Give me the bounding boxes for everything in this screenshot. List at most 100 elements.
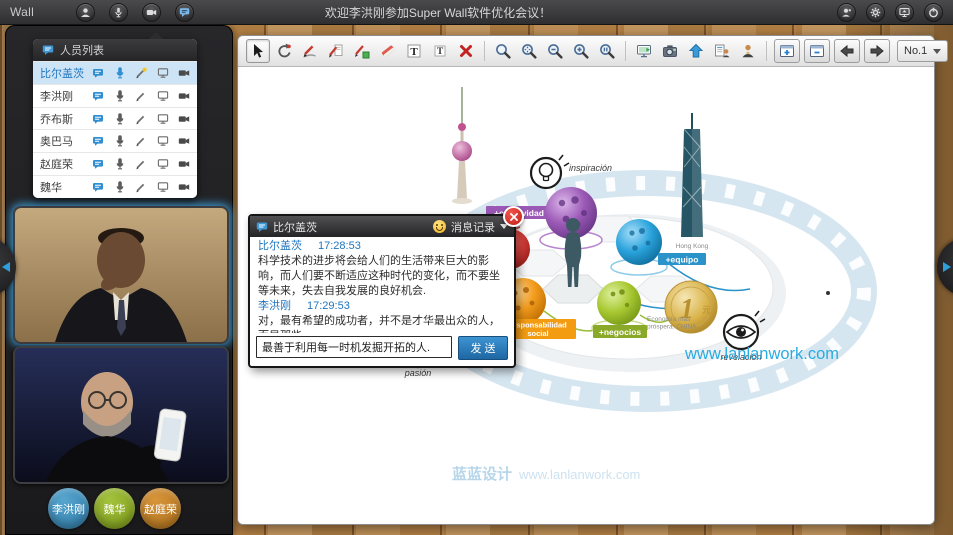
camera-icon[interactable] (178, 135, 190, 147)
chat-icon[interactable] (92, 67, 104, 79)
topbar-right-buttons (837, 3, 943, 22)
pen-freehand-tool[interactable] (298, 39, 322, 63)
pen-icon[interactable] (135, 181, 147, 193)
camera-icon[interactable] (178, 67, 190, 79)
pen-icon[interactable] (135, 90, 147, 102)
emoji-icon[interactable] (433, 220, 446, 233)
message-history-menu[interactable]: 消息记录 (451, 219, 495, 235)
page-selector[interactable]: No.1 (897, 40, 948, 62)
text-tool[interactable]: T (428, 39, 452, 63)
zoom-out-tool[interactable] (543, 39, 567, 63)
mic-icon[interactable] (114, 90, 126, 102)
watermark-brand: 蓝蓝设计 (452, 465, 512, 483)
chat-input[interactable] (256, 336, 452, 358)
snapshot-tool[interactable] (658, 39, 682, 63)
delete-tool[interactable] (454, 39, 478, 63)
camera-icon[interactable] (178, 113, 190, 125)
user-button[interactable] (76, 3, 95, 22)
avatar-circle[interactable]: 魏华 (94, 488, 135, 529)
zoom-in-tool[interactable] (569, 39, 593, 63)
chat-header[interactable]: 比尔盖茨 消息记录 (250, 216, 514, 237)
screen-icon[interactable] (157, 113, 169, 125)
text-icon: T (431, 42, 449, 60)
mic-icon[interactable] (114, 67, 126, 79)
mic-icon[interactable] (114, 135, 126, 147)
add-page-button[interactable] (774, 39, 800, 63)
chat-icon[interactable] (92, 113, 104, 125)
pen-icon[interactable] (135, 113, 147, 125)
chat-button[interactable] (175, 3, 194, 22)
roster-tool[interactable] (710, 39, 734, 63)
screen-share-button[interactable] (895, 3, 914, 22)
people-row[interactable]: 魏华 (33, 175, 197, 198)
camera-icon[interactable] (178, 158, 190, 170)
window-minus-icon (808, 42, 826, 60)
whiteboard-canvas[interactable]: Hong Kong inspiración +creatividad (238, 67, 934, 524)
chat-icon[interactable] (92, 90, 104, 102)
pen-icon[interactable] (135, 135, 147, 147)
toolbar-separator (484, 41, 485, 61)
roster-person-icon (713, 42, 731, 60)
pen-icon[interactable] (135, 158, 147, 170)
zoom-fit-tool[interactable] (517, 39, 541, 63)
mic-icon[interactable] (114, 181, 126, 193)
remove-page-button[interactable] (804, 39, 830, 63)
textbox-tool[interactable]: T (402, 39, 426, 63)
chat-icon[interactable] (92, 135, 104, 147)
settings-button[interactable] (866, 3, 885, 22)
message-time: 17:29:53 (307, 300, 350, 312)
select-tool[interactable] (246, 39, 270, 63)
participant-name: 比尔盖茨 (40, 65, 92, 81)
prev-page-button[interactable] (834, 39, 860, 63)
pen-marker-tool[interactable] (350, 39, 374, 63)
mic-button[interactable] (109, 3, 128, 22)
people-row[interactable]: 比尔盖茨 (33, 61, 197, 84)
presenter-person-icon (739, 42, 757, 60)
screen-icon[interactable] (157, 90, 169, 102)
people-row[interactable]: 奥巴马 (33, 129, 197, 152)
upload-tool[interactable] (684, 39, 708, 63)
magnifier-plus-icon (572, 42, 590, 60)
mic-icon[interactable] (114, 158, 126, 170)
people-list-header[interactable]: 人员列表 (33, 39, 197, 61)
topbar-left-buttons (76, 3, 194, 22)
svg-text:T: T (410, 46, 418, 58)
pen-note-tool[interactable] (324, 39, 348, 63)
power-button[interactable] (924, 3, 943, 22)
chat-icon[interactable] (92, 158, 104, 170)
people-row[interactable]: 李洪刚 (33, 84, 197, 107)
screen-icon[interactable] (157, 181, 169, 193)
avatar-circle[interactable]: 赵庭荣 (140, 488, 181, 529)
pen-icon[interactable] (135, 67, 147, 79)
screen-icon[interactable] (157, 158, 169, 170)
chat-icon[interactable] (92, 181, 104, 193)
camera-icon[interactable] (178, 181, 190, 193)
portrait-man-suit (15, 208, 227, 342)
arrow-left-icon (838, 42, 856, 60)
send-button[interactable]: 发 送 (458, 336, 508, 360)
avatar-name: 赵庭荣 (144, 501, 177, 517)
people-list-title: 人员列表 (60, 42, 104, 58)
screen-share-tool[interactable] (632, 39, 656, 63)
whiteboard-window: T T (237, 35, 935, 525)
screen-icon[interactable] (157, 67, 169, 79)
zoom-actual-tool[interactable] (595, 39, 619, 63)
mic-icon[interactable] (114, 113, 126, 125)
next-page-button[interactable] (864, 39, 890, 63)
zoom-tool[interactable] (491, 39, 515, 63)
inspiracion-label: inspiración (569, 163, 612, 173)
camera-icon[interactable] (178, 90, 190, 102)
people-row[interactable]: 赵庭荣 (33, 152, 197, 175)
account-button[interactable] (837, 3, 856, 22)
chat-close-button[interactable] (503, 206, 524, 227)
eraser-tool[interactable] (376, 39, 400, 63)
video-feed-1[interactable] (13, 206, 229, 344)
rotate-tool[interactable] (272, 39, 296, 63)
avatar-circle[interactable]: 李洪刚 (48, 488, 89, 529)
people-row[interactable]: 乔布斯 (33, 107, 197, 130)
chat-icon (179, 7, 190, 18)
presenter-tool[interactable] (736, 39, 760, 63)
video-feed-2[interactable] (13, 346, 229, 484)
screen-icon[interactable] (157, 135, 169, 147)
camera-button[interactable] (142, 3, 161, 22)
